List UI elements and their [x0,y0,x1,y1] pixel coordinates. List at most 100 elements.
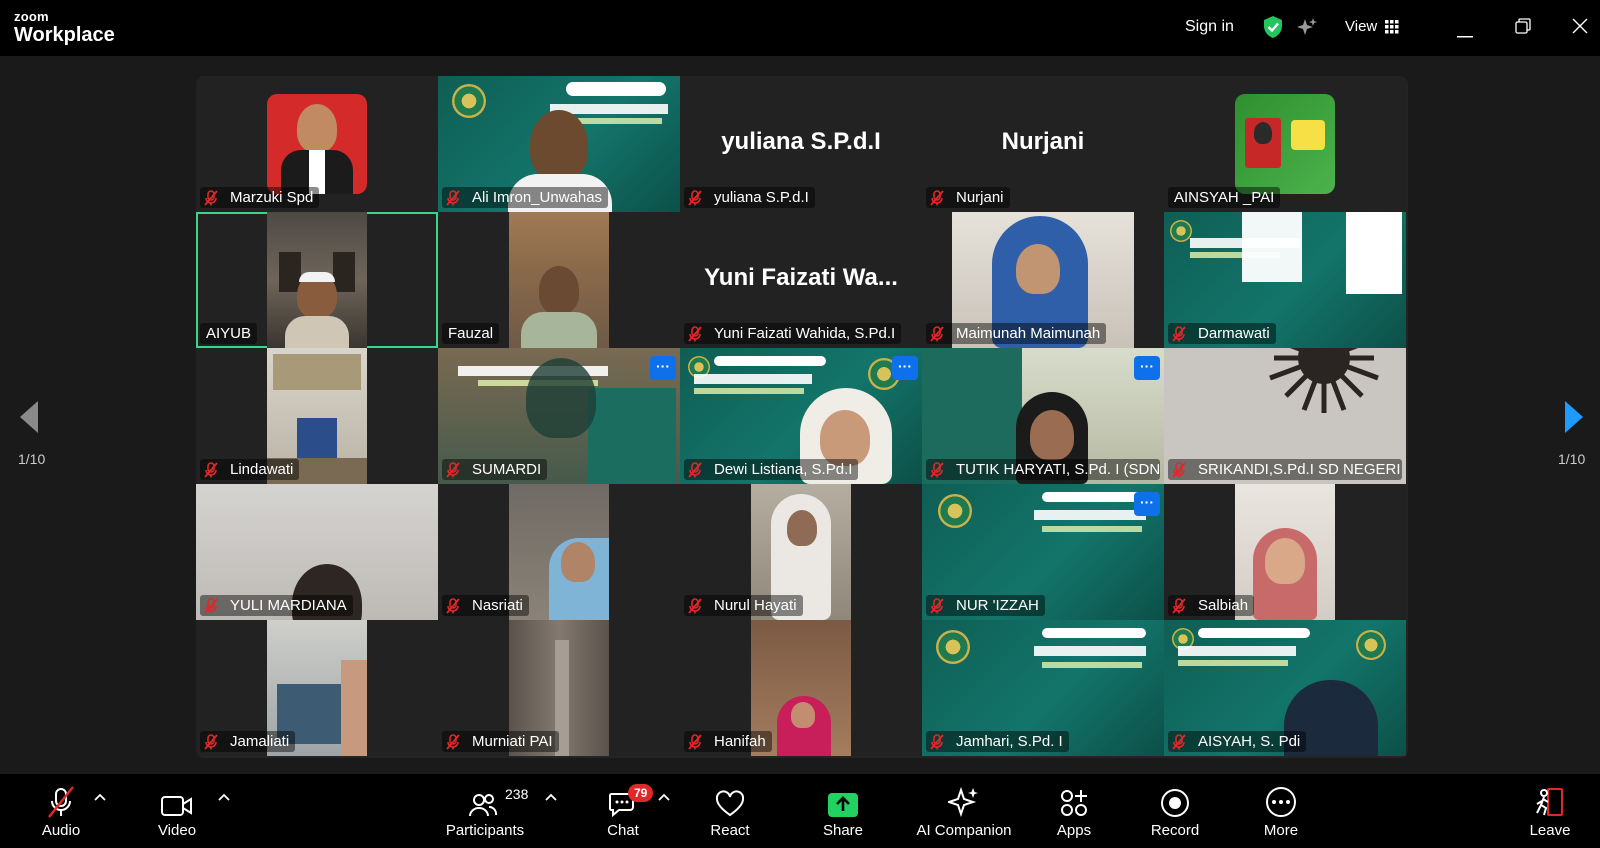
chat-options-caret-icon[interactable] [658,788,670,806]
mic-muted-icon [688,597,708,614]
audio-button[interactable]: Audio [36,774,86,848]
ai-companion-button[interactable]: AI Companion [912,774,1016,848]
leave-button[interactable]: Leave [1528,774,1572,848]
next-page-arrow-icon[interactable] [1563,400,1585,439]
more-button[interactable]: More [1258,774,1304,848]
mic-muted-icon [930,325,950,342]
participant-name: AINSYAH _PAI [1168,187,1281,208]
tile-options-button[interactable]: ··· [892,356,918,380]
mic-muted-icon [1172,597,1192,614]
mic-muted-icon [36,774,86,818]
participant-name: Yuni Faizati Wahida, S.Pd.I [684,323,902,344]
participant-tile[interactable]: Darmawati [1164,212,1406,348]
participant-tile[interactable]: SRIKANDI,S.Pd.I SD NEGERI ... [1164,348,1406,484]
video-feed [267,212,367,348]
participant-name: Ali Imron_Unwahas [442,187,609,208]
apps-icon [1052,774,1096,818]
page-indicator-left: 1/10 [18,451,46,467]
participant-name: Nasriati [442,595,529,616]
participant-tile[interactable]: Jamaliati [196,620,438,756]
participants-options-caret-icon[interactable] [545,788,557,806]
tile-options-button[interactable]: ··· [1134,492,1160,516]
video-feed [509,212,609,348]
video-camera-icon [150,774,204,818]
sign-in-button[interactable]: Sign in [1185,18,1234,36]
security-shield-icon[interactable] [1262,15,1284,44]
mic-muted-icon [1172,733,1192,750]
participant-tile[interactable]: Ali Imron_Unwahas [438,76,680,212]
mic-muted-icon [204,189,224,206]
participant-name: NUR 'IZZAH [926,595,1045,616]
participant-name: Maimunah Maimunah [926,323,1107,344]
participant-tile[interactable]: Hanifah [680,620,922,756]
mic-muted-icon [1172,325,1192,342]
mic-muted-icon [930,597,950,614]
participant-tile[interactable]: Nurjani Nurjani [922,76,1164,212]
participant-tile[interactable]: YULI MARDIANA [196,484,438,620]
participant-name: SRIKANDI,S.Pd.I SD NEGERI ... [1168,459,1402,480]
participant-tile[interactable]: Marzuki Spd [196,76,438,212]
participant-tile[interactable]: Yuni Faizati Wa... Yuni Faizati Wahida, … [680,212,922,348]
participant-name: Fauzal [442,323,500,344]
participant-name: Hanifah [684,731,772,752]
ai-sparkle-icon [912,774,1016,818]
mic-muted-icon [930,461,950,478]
participant-name: Jamhari, S.Pd. I [926,731,1069,752]
share-button[interactable]: Share [818,774,868,848]
mic-muted-icon [446,733,466,750]
brand-top: zoom [14,9,49,24]
participant-tile[interactable]: Maimunah Maimunah [922,212,1164,348]
participant-tile[interactable]: ··· SUMARDI [438,348,680,484]
participant-tile[interactable]: Jamhari, S.Pd. I [922,620,1164,756]
view-button[interactable]: View [1345,18,1377,35]
mic-muted-icon [688,189,708,206]
wall-decoration [1269,348,1379,413]
participant-tile[interactable]: yuliana S.P.d.I yuliana S.P.d.I [680,76,922,212]
mic-muted-icon [446,461,466,478]
participant-tile[interactable]: Murniati PAI [438,620,680,756]
participant-tile[interactable]: ··· Dewi Listiana, S.Pd.I [680,348,922,484]
avatar-name-text: yuliana S.P.d.I [721,128,881,155]
participant-tile[interactable]: ··· TUTIK HARYATI, S.Pd. I (SDN ... [922,348,1164,484]
avatar-name-text: Yuni Faizati Wa... [704,264,898,291]
participant-name: Murniati PAI [442,731,559,752]
participant-name: Salbiah [1168,595,1255,616]
more-dots-icon [1258,774,1304,818]
record-button[interactable]: Record [1148,774,1202,848]
mic-muted-icon [204,733,224,750]
participant-tile[interactable]: Fauzal [438,212,680,348]
participant-tile-active-speaker[interactable]: AIYUB [196,212,438,348]
participant-name: AISYAH, S. Pdi [1168,731,1307,752]
apps-button[interactable]: Apps [1052,774,1096,848]
mic-muted-icon [930,733,950,750]
participant-name: TUTIK HARYATI, S.Pd. I (SDN ... [926,459,1160,480]
participant-name: Nurjani [926,187,1010,208]
tile-options-button[interactable]: ··· [1134,356,1160,380]
participant-tile[interactable]: AISYAH, S. Pdi [1164,620,1406,756]
mic-muted-icon [446,189,466,206]
restore-icon[interactable] [1515,18,1531,39]
participant-tile[interactable]: Nurul Hayati [680,484,922,620]
audio-options-caret-icon[interactable] [94,788,106,806]
heart-icon [706,774,754,818]
ai-sparkle-icon[interactable] [1296,17,1318,44]
video-button[interactable]: Video [150,774,204,848]
participant-name: yuliana S.P.d.I [684,187,815,208]
minimize-icon[interactable] [1457,25,1473,43]
react-button[interactable]: React [706,774,754,848]
view-grid-icon[interactable] [1385,20,1399,39]
participant-name: Marzuki Spd [200,187,320,208]
participant-tile[interactable]: ··· NUR 'IZZAH [922,484,1164,620]
prev-page-arrow-icon[interactable] [18,400,40,439]
close-icon[interactable] [1572,18,1588,39]
tile-options-button[interactable]: ··· [650,356,676,380]
meeting-toolbar: Audio Video Participants 238 Chat 79 Rea… [0,774,1600,848]
video-options-caret-icon[interactable] [218,788,230,806]
participant-name: Nurul Hayati [684,595,803,616]
participant-tile[interactable]: AINSYAH _PAI [1164,76,1406,212]
profile-photo [267,94,367,194]
gallery-grid: Marzuki Spd Ali Imron_Unwahas yuliana S.… [196,76,1408,758]
participant-tile[interactable]: Nasriati [438,484,680,620]
participant-tile[interactable]: Lindawati [196,348,438,484]
participant-tile[interactable]: Salbiah [1164,484,1406,620]
